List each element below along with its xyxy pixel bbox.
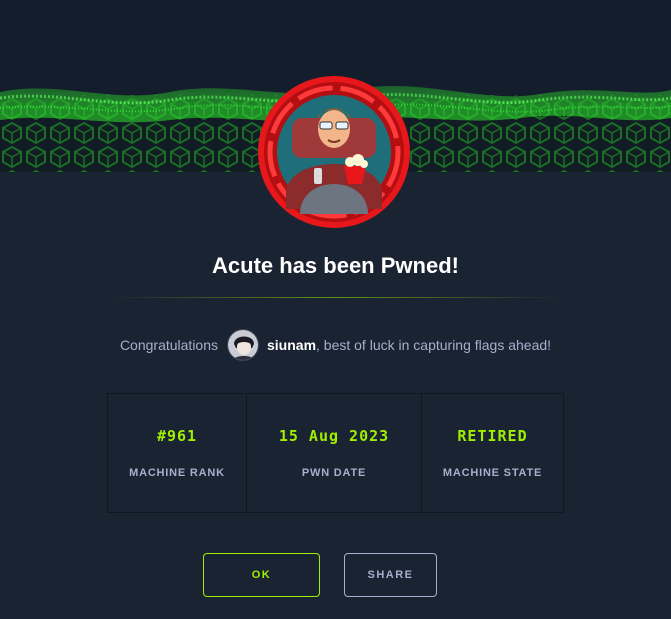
congrats-suffix: , best of luck in capturing flags ahead! (316, 337, 552, 353)
stat-machine-state: RETIRED MACHINE STATE (422, 394, 563, 512)
pwned-modal: Acute has been Pwned! Congratulations si… (0, 0, 671, 619)
stat-machine-rank: #961 MACHINE RANK (108, 394, 247, 512)
stats-panel: #961 MACHINE RANK 15 Aug 2023 PWN DATE R… (107, 393, 564, 513)
page-title: Acute has been Pwned! (212, 253, 459, 278)
congrats-message: Congratulations siunam , best of luck in… (0, 328, 671, 362)
stat-label: PWN DATE (301, 467, 367, 479)
machine-avatar (256, 74, 412, 230)
user-avatar[interactable] (227, 329, 259, 361)
stat-value: 15 Aug 2023 (278, 427, 390, 445)
stat-pwn-date: 15 Aug 2023 PWN DATE (247, 394, 422, 512)
stat-label: MACHINE RANK (129, 467, 225, 479)
share-button[interactable]: SHARE (344, 553, 437, 597)
stat-value: RETIRED (457, 427, 528, 445)
stat-value: #961 (156, 427, 198, 445)
title-divider (111, 297, 560, 298)
congrats-prefix: Congratulations (119, 337, 218, 353)
ok-button[interactable]: OK (203, 553, 320, 597)
username-link[interactable]: siunam (267, 337, 316, 353)
stat-label: MACHINE STATE (442, 467, 543, 479)
